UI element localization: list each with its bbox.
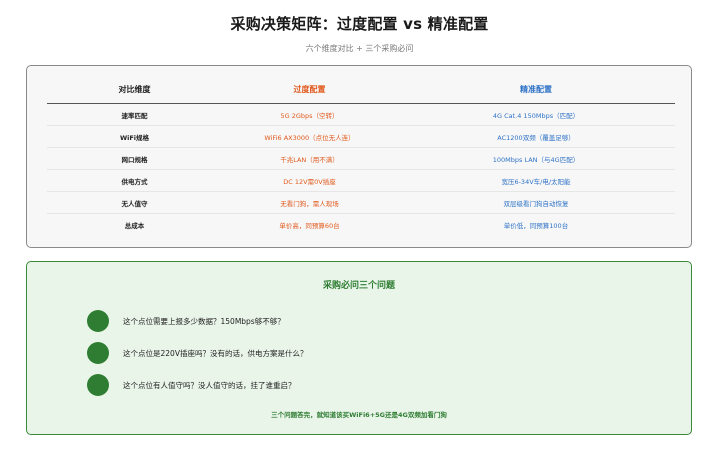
row-dimension: 总成本 (124, 221, 145, 230)
row-dimension: 供电方式 (121, 177, 148, 186)
row-over-config: WiFi6 AX3000（点位无人连） (264, 133, 355, 142)
row-dimension: 无人值守 (121, 199, 148, 208)
table-row: 速率匹配 5G 2Gbps（空转） 4G Cat.4 150Mbps（匹配） (47, 104, 675, 126)
row-precise-config: 单价低，同预算100台 (503, 221, 569, 230)
row-precise-config: AC1200双频（覆盖足够） (497, 133, 575, 142)
comparison-table: 对比维度 过度配置 精准配置 速率匹配 5G 2Gbps（空转） 4G Cat.… (47, 76, 675, 235)
table-row: 供电方式 DC 12V需0V插座 宽压6-34V车/电/太阳能 (47, 170, 675, 192)
row-precise-config: 双层级看门狗自动恢复 (503, 199, 569, 208)
row-over-config: 无看门狗，需人现场 (280, 199, 339, 208)
page-subtitle: 六个维度对比 + 三个采购必问 (305, 44, 414, 53)
row-over-config: 单价高，同预算60台 (279, 221, 340, 230)
table-row: WiFi规格 WiFi6 AX3000（点位无人连） AC1200双频（覆盖足够… (47, 126, 675, 148)
question-item: 这个点位是220V插座吗？没有的话，供电方案是什么？ (87, 342, 307, 364)
page-title: 采购决策矩阵：过度配置 vs 精准配置 (230, 15, 489, 33)
table-row: 网口规格 千兆LAN（用不满） 100Mbps LAN（与4G匹配） (47, 148, 675, 170)
header-precise-config: 精准配置 (520, 85, 552, 94)
row-dimension: 速率匹配 (121, 111, 148, 120)
row-precise-config: 100Mbps LAN（与4G匹配） (492, 155, 580, 164)
question-text: 这个点位需要上报多少数据？150Mbps够不够？ (123, 316, 285, 326)
header-over-config: 过度配置 (293, 85, 326, 94)
row-precise-config: 宽压6-34V车/电/太阳能 (501, 177, 571, 186)
row-dimension: WiFi规格 (119, 133, 150, 142)
table-header-row: 对比维度 过度配置 精准配置 (47, 76, 675, 104)
question-item: 这个点位有人值守吗？没人值守的话，挂了谁重启？ (87, 374, 296, 396)
row-over-config: 5G 2Gbps（空转） (280, 111, 339, 120)
comparison-card: 对比维度 过度配置 精准配置 速率匹配 5G 2Gbps（空转） 4G Cat.… (26, 65, 692, 248)
table-row: 总成本 单价高，同预算60台 单价低，同预算100台 (47, 214, 675, 235)
question-text: 这个点位有人值守吗？没人值守的话，挂了谁重启？ (123, 380, 296, 390)
bullet-dot-icon (87, 342, 109, 364)
row-over-config: DC 12V需0V插座 (283, 177, 336, 186)
row-dimension: 网口规格 (121, 155, 148, 164)
question-text: 这个点位是220V插座吗？没有的话，供电方案是什么？ (123, 348, 308, 358)
bullet-dot-icon (87, 310, 109, 332)
question-item: 这个点位需要上报多少数据？150Mbps够不够？ (87, 310, 285, 332)
row-over-config: 千兆LAN（用不满） (280, 155, 339, 164)
questions-title: 采购必问三个问题 (322, 281, 395, 291)
questions-card: 采购必问三个问题 这个点位需要上报多少数据？150Mbps够不够？ 这个点位是2… (26, 261, 692, 435)
questions-footer: 三个问题答完，就知道该买WiFi6+5G还是4G双频加看门狗 (271, 411, 447, 419)
table-row: 无人值守 无看门狗，需人现场 双层级看门狗自动恢复 (47, 192, 675, 214)
header-dimension: 对比维度 (118, 85, 151, 94)
bullet-dot-icon (87, 374, 109, 396)
row-precise-config: 4G Cat.4 150Mbps（匹配） (492, 111, 580, 120)
